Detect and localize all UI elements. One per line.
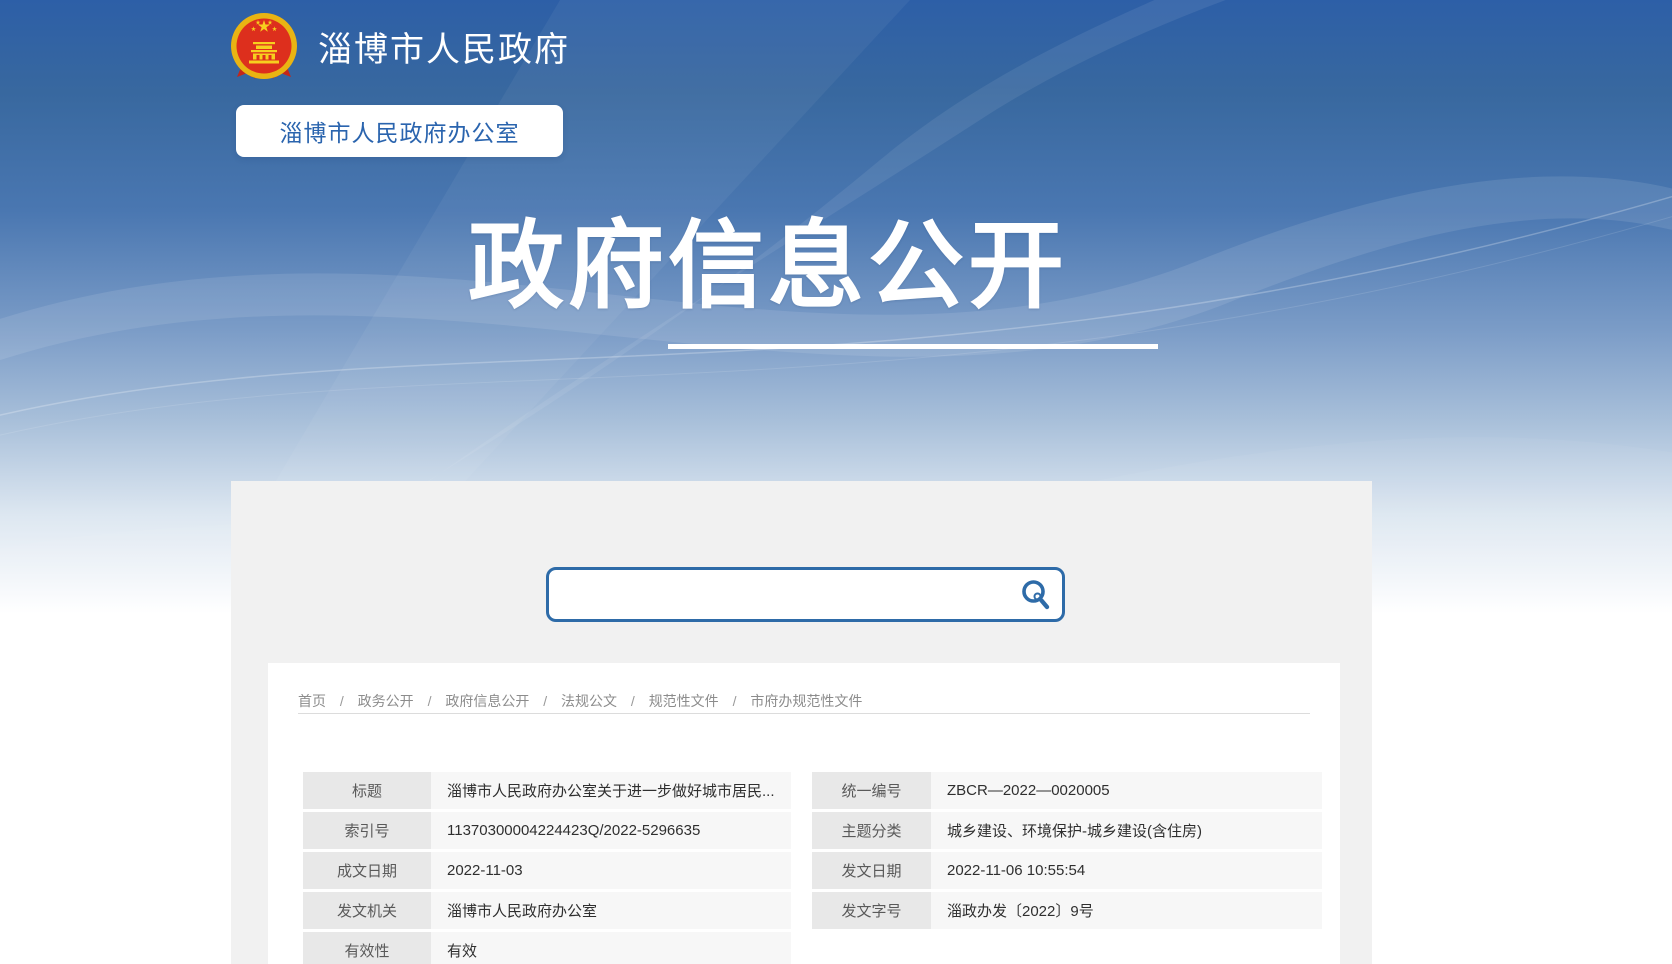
- meta-label: 成文日期: [303, 852, 431, 889]
- meta-value-unified-number: ZBCR—2022—0020005: [931, 772, 1322, 809]
- site-name: 淄博市人民政府: [318, 22, 570, 71]
- table-row: 有效性 有效: [303, 932, 791, 964]
- breadcrumb-separator: /: [631, 693, 635, 709]
- doc-meta-table-right: 统一编号 ZBCR—2022—0020005 主题分类 城乡建设、环境保护-城乡…: [812, 772, 1322, 932]
- content-panel: 首页 / 政务公开 / 政府信息公开 / 法规公文 / 规范性文件 / 市府办规…: [231, 481, 1372, 964]
- search-box: [546, 567, 1065, 622]
- table-row: 标题 淄博市人民政府办公室关于进一步做好城市居民...: [303, 772, 791, 809]
- breadcrumb-separator: /: [340, 693, 344, 709]
- meta-label: 发文机关: [303, 892, 431, 929]
- breadcrumb: 首页 / 政务公开 / 政府信息公开 / 法规公文 / 规范性文件 / 市府办规…: [298, 691, 862, 711]
- meta-label: 统一编号: [812, 772, 931, 809]
- table-row: 发文日期 2022-11-06 10:55:54: [812, 852, 1322, 889]
- meta-value-issue-date: 2022-11-06 10:55:54: [931, 852, 1322, 889]
- office-tab-label: 淄博市人民政府办公室: [280, 114, 520, 148]
- breadcrumb-separator: /: [543, 693, 547, 709]
- meta-value-written-date: 2022-11-03: [431, 852, 791, 889]
- office-tab[interactable]: 淄博市人民政府办公室: [236, 105, 563, 157]
- site-logo[interactable]: 淄博市人民政府: [228, 10, 570, 82]
- breadcrumb-guifanxing[interactable]: 规范性文件: [649, 693, 719, 709]
- table-row: 索引号 11370300004224423Q/2022-5296635: [303, 812, 791, 849]
- table-row: 统一编号 ZBCR—2022—0020005: [812, 772, 1322, 809]
- meta-value-index: 11370300004224423Q/2022-5296635: [431, 812, 791, 849]
- document-card: 首页 / 政务公开 / 政府信息公开 / 法规公文 / 规范性文件 / 市府办规…: [268, 663, 1340, 964]
- meta-label: 标题: [303, 772, 431, 809]
- breadcrumb-fagui[interactable]: 法规公文: [561, 693, 617, 709]
- meta-label: 发文字号: [812, 892, 931, 929]
- meta-label: 发文日期: [812, 852, 931, 889]
- page-title: 政府信息公开: [458, 214, 1078, 320]
- breadcrumb-separator: /: [733, 693, 737, 709]
- meta-label: 索引号: [303, 812, 431, 849]
- table-row: 发文机关 淄博市人民政府办公室: [303, 892, 791, 929]
- national-emblem-icon: [228, 10, 300, 82]
- breadcrumb-separator: /: [428, 693, 432, 709]
- table-row: 成文日期 2022-11-03: [303, 852, 791, 889]
- page: 淄博市人民政府 淄博市人民政府办公室 政府信息公开 首页: [0, 0, 1672, 964]
- breadcrumb-home[interactable]: 首页: [298, 693, 326, 709]
- breadcrumb-xinxigongkai[interactable]: 政府信息公开: [445, 693, 529, 709]
- search-button[interactable]: [1010, 570, 1062, 619]
- search-input[interactable]: [549, 570, 1010, 619]
- meta-value-title: 淄博市人民政府办公室关于进一步做好城市居民...: [431, 772, 791, 809]
- table-row: 发文字号 淄政办发〔2022〕9号: [812, 892, 1322, 929]
- meta-value-validity: 有效: [431, 932, 791, 964]
- meta-value-issuing-org: 淄博市人民政府办公室: [431, 892, 791, 929]
- meta-value-category: 城乡建设、环境保护-城乡建设(含住房): [931, 812, 1322, 849]
- meta-label: 有效性: [303, 932, 431, 964]
- breadcrumb-current: 市府办规范性文件: [750, 693, 862, 709]
- search-icon: [1018, 577, 1054, 613]
- meta-label: 主题分类: [812, 812, 931, 849]
- title-underline: [668, 344, 1158, 349]
- breadcrumb-divider: [298, 713, 1310, 714]
- doc-meta-table-left: 标题 淄博市人民政府办公室关于进一步做好城市居民... 索引号 11370300…: [303, 772, 791, 964]
- meta-value-doc-number: 淄政办发〔2022〕9号: [931, 892, 1322, 929]
- table-row: 主题分类 城乡建设、环境保护-城乡建设(含住房): [812, 812, 1322, 849]
- breadcrumb-zhengwu[interactable]: 政务公开: [358, 693, 414, 709]
